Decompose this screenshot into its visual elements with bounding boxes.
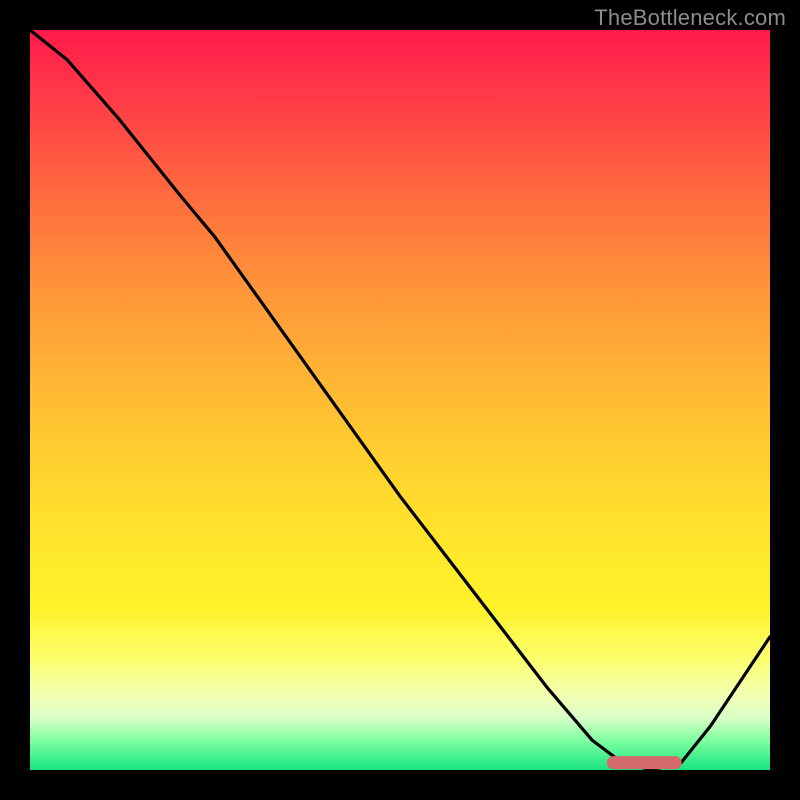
- bottleneck-curve: [30, 30, 770, 770]
- attribution-label: TheBottleneck.com: [594, 5, 786, 31]
- chart-svg: [30, 30, 770, 770]
- optimal-marker: [607, 757, 681, 769]
- chart-frame: TheBottleneck.com: [0, 0, 800, 800]
- plot-area: [30, 30, 770, 770]
